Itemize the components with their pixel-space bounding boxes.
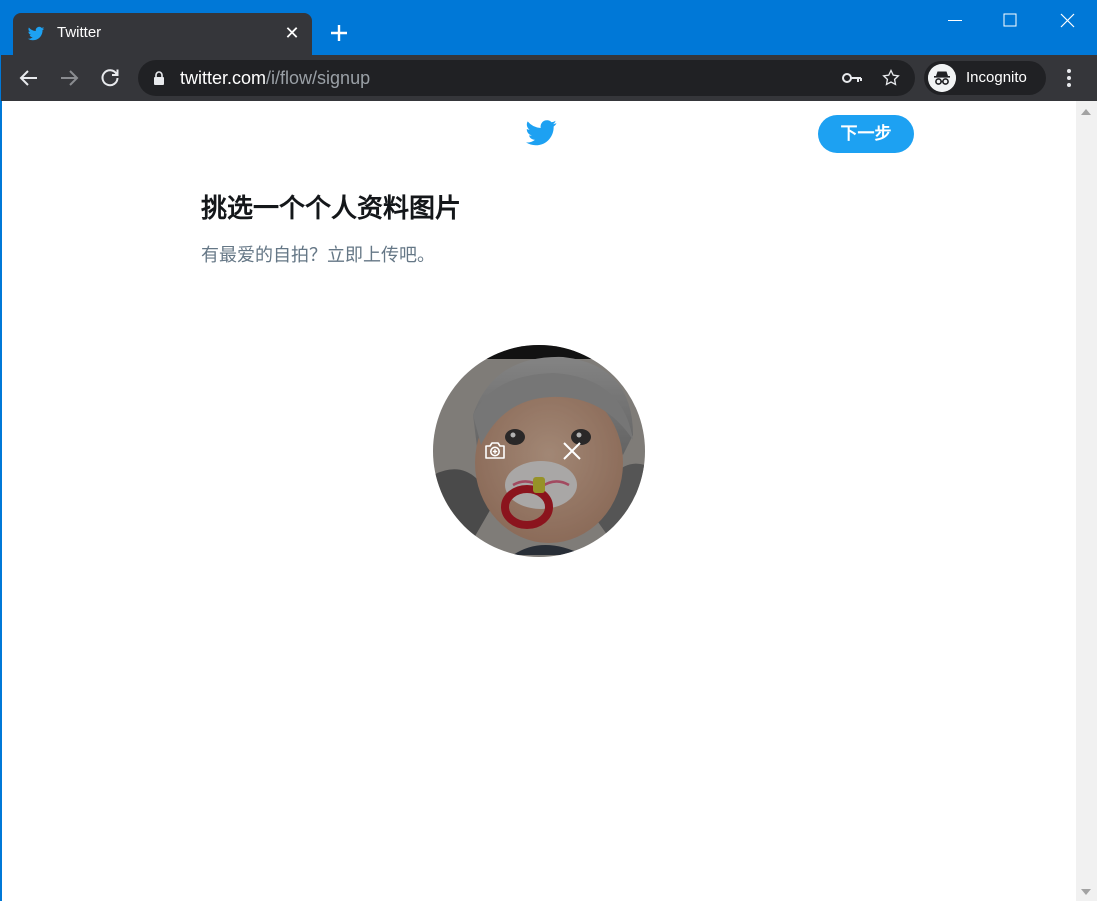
lock-icon[interactable] bbox=[152, 71, 166, 85]
url-text[interactable]: twitter.com/i/flow/signup bbox=[180, 68, 370, 89]
close-icon[interactable] bbox=[557, 436, 587, 466]
avatar-dim-overlay bbox=[433, 345, 645, 557]
browser-window: Twitter ✕ twitter.com/i/flow/signup Inco… bbox=[0, 0, 1097, 901]
camera-plus-icon[interactable] bbox=[480, 436, 510, 466]
scroll-up-arrow-icon[interactable] bbox=[1081, 109, 1091, 115]
next-button[interactable]: 下一步 bbox=[818, 115, 914, 153]
url-path: /i/flow/signup bbox=[266, 68, 371, 88]
tab-twitter[interactable]: Twitter ✕ bbox=[13, 13, 312, 55]
window-close-icon[interactable] bbox=[1039, 1, 1097, 41]
title-bar: Twitter ✕ bbox=[1, 1, 1097, 55]
page-subtitle: 有最爱的自拍？立即上传吧。 bbox=[201, 245, 435, 266]
bookmark-star-icon[interactable] bbox=[881, 68, 901, 88]
kebab-menu-icon[interactable] bbox=[1059, 67, 1079, 89]
vertical-scrollbar[interactable] bbox=[1076, 101, 1097, 901]
key-icon[interactable] bbox=[842, 70, 862, 86]
back-arrow-icon[interactable] bbox=[17, 66, 41, 90]
url-host: twitter.com bbox=[180, 68, 267, 88]
page-title: 挑选一个个人资料图片 bbox=[201, 194, 462, 224]
incognito-icon bbox=[928, 64, 956, 92]
incognito-label: Incognito bbox=[966, 69, 1027, 86]
tab-title: Twitter bbox=[57, 24, 102, 41]
avatar-preview bbox=[433, 345, 645, 557]
tab-close-button[interactable]: ✕ bbox=[282, 24, 302, 44]
browser-toolbar: twitter.com/i/flow/signup Incognito bbox=[1, 55, 1097, 101]
maximize-icon[interactable] bbox=[981, 1, 1039, 41]
new-tab-icon[interactable] bbox=[327, 21, 351, 45]
forward-arrow-icon[interactable] bbox=[57, 66, 81, 90]
twitter-bird-icon bbox=[526, 120, 557, 146]
page-viewport: 下一步 挑选一个个人资料图片 有最爱的自拍？立即上传吧。 bbox=[2, 101, 1076, 901]
reload-icon[interactable] bbox=[98, 66, 122, 90]
twitter-bird-icon bbox=[27, 26, 45, 41]
minimize-icon[interactable] bbox=[926, 1, 984, 41]
incognito-profile-button[interactable]: Incognito bbox=[924, 61, 1046, 95]
scroll-down-arrow-icon[interactable] bbox=[1081, 889, 1091, 895]
address-bar[interactable]: twitter.com/i/flow/signup bbox=[138, 60, 915, 96]
